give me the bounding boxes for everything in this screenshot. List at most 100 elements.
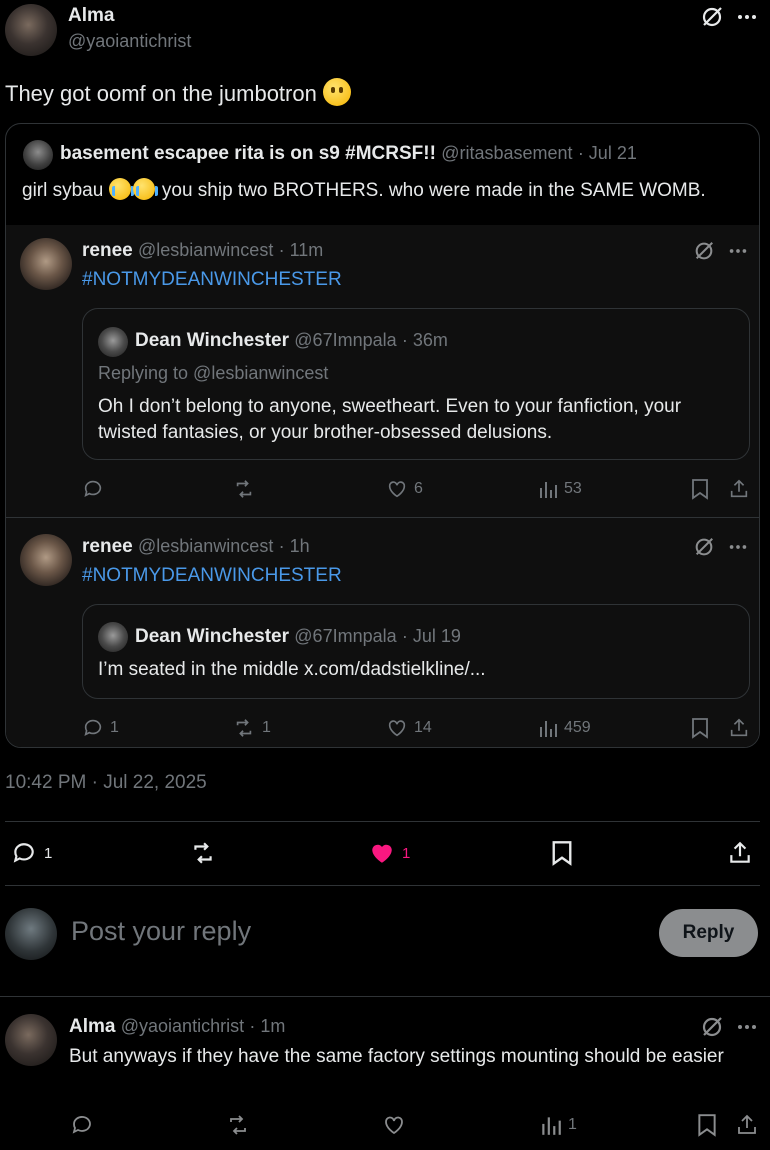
nested-author-handle: @lesbianwincest bbox=[137, 240, 274, 260]
like-count: 14 bbox=[414, 719, 432, 736]
reply-submit-button[interactable]: Reply bbox=[659, 909, 758, 957]
more-icon[interactable] bbox=[735, 5, 759, 29]
divider bbox=[5, 885, 760, 886]
repost-count: 1 bbox=[262, 719, 271, 736]
views-stat: 53 bbox=[538, 478, 582, 500]
bookmark-icon bbox=[690, 717, 710, 739]
views-count: 459 bbox=[564, 719, 591, 736]
reply-count: 1 bbox=[110, 719, 119, 736]
nested-header: renee @lesbianwincest · 1h bbox=[82, 536, 310, 558]
post-timestamp[interactable]: 10:42 PM · Jul 22, 2025 bbox=[5, 772, 207, 794]
quote-text-pre: girl sybau bbox=[22, 180, 104, 201]
reply-author-avatar[interactable] bbox=[5, 1014, 57, 1066]
inner-author-handle: @67Imnpala bbox=[294, 330, 397, 350]
reply-stat bbox=[82, 478, 104, 500]
reply-header: Alma @yaoiantichrist · 1m bbox=[69, 1016, 285, 1038]
like-stat: 14 bbox=[386, 717, 432, 739]
reply-input[interactable]: Post your reply bbox=[71, 916, 251, 947]
share-button[interactable] bbox=[735, 1113, 759, 1137]
bookmark-icon bbox=[690, 478, 710, 500]
nested-inner-quote bbox=[82, 604, 750, 699]
more-icon[interactable] bbox=[735, 1015, 759, 1039]
views-stat: 459 bbox=[538, 717, 591, 739]
more-icon bbox=[727, 240, 749, 262]
nested-divider bbox=[6, 517, 759, 518]
inner-time: · Jul 19 bbox=[401, 626, 461, 646]
nested-avatar bbox=[20, 534, 72, 586]
post-text-content: They got oomf on the jumbotron bbox=[5, 81, 317, 106]
like-stat: 6 bbox=[386, 478, 423, 500]
reply-button[interactable] bbox=[70, 1113, 94, 1137]
sad-face-emoji-icon bbox=[322, 78, 351, 106]
views-count: 53 bbox=[564, 480, 582, 497]
grok-icon bbox=[693, 240, 715, 262]
inner-avatar bbox=[98, 327, 128, 357]
inner-author-handle: @67Imnpala bbox=[294, 626, 397, 646]
reply-actions: 1 bbox=[70, 1113, 760, 1137]
author-name[interactable]: Alma bbox=[68, 5, 114, 27]
quote-header: basement escapee rita is on s9 #MCRSF!! … bbox=[60, 143, 637, 165]
reply-text: But anyways if they have the same factor… bbox=[69, 1046, 724, 1067]
reply-stat: 1 bbox=[82, 717, 119, 739]
repost-stat bbox=[232, 478, 256, 500]
nested-hashtag: #NOTMYDEANWINCHESTER bbox=[82, 269, 342, 290]
grok-icon[interactable] bbox=[700, 1015, 724, 1039]
bookmark-button[interactable] bbox=[550, 840, 574, 866]
inner-header: Dean Winchester @67Imnpala · 36m bbox=[135, 330, 448, 352]
crying-emoji-icon bbox=[132, 178, 158, 200]
quote-author-avatar bbox=[23, 140, 53, 170]
nested-hashtag: #NOTMYDEANWINCHESTER bbox=[82, 565, 342, 586]
quote-text: girl sybau you ship two BROTHERS. who we… bbox=[22, 178, 706, 202]
reply-count: 1 bbox=[44, 844, 53, 862]
quote-author-handle: @ritasbasement bbox=[441, 143, 573, 163]
more-icon bbox=[727, 536, 749, 558]
grok-icon bbox=[693, 536, 715, 558]
inner-text: I’m seated in the middle x.com/dadstielk… bbox=[98, 659, 486, 680]
grok-icon[interactable] bbox=[700, 5, 724, 29]
reply-time[interactable]: · 1m bbox=[249, 1016, 285, 1036]
inner-replying-to: Replying to @lesbianwincest bbox=[98, 363, 329, 383]
like-button[interactable] bbox=[382, 1113, 406, 1137]
repost-button[interactable] bbox=[225, 1113, 251, 1137]
share-button[interactable] bbox=[727, 840, 753, 866]
like-button[interactable]: 1 bbox=[368, 840, 410, 866]
inner-author-name: Dean Winchester bbox=[135, 330, 289, 351]
composer-avatar[interactable] bbox=[5, 908, 57, 960]
inner-time: · 36m bbox=[401, 330, 448, 350]
like-count: 1 bbox=[402, 844, 411, 862]
nested-actions: 6 53 bbox=[82, 478, 752, 500]
views-stat[interactable]: 1 bbox=[540, 1113, 577, 1137]
author-avatar[interactable] bbox=[5, 4, 57, 56]
nested-actions: 1 1 14 459 bbox=[82, 717, 752, 739]
nested-avatar bbox=[20, 238, 72, 290]
author-handle[interactable]: @yaoiantichrist bbox=[68, 31, 191, 52]
like-count: 6 bbox=[414, 480, 423, 497]
bookmark-button[interactable] bbox=[696, 1113, 718, 1137]
reply-author-name[interactable]: Alma bbox=[69, 1016, 115, 1037]
inner-header: Dean Winchester @67Imnpala · Jul 19 bbox=[135, 626, 461, 648]
repost-stat: 1 bbox=[232, 717, 271, 739]
nested-time: · 11m bbox=[278, 240, 324, 260]
nested-author-handle: @lesbianwincest bbox=[137, 536, 274, 556]
nested-author-name: renee bbox=[82, 536, 133, 557]
post-text: They got oomf on the jumbotron bbox=[5, 78, 351, 107]
divider bbox=[5, 821, 760, 822]
reply-button[interactable]: 1 bbox=[10, 840, 52, 866]
quote-date: · Jul 21 bbox=[577, 143, 637, 163]
repost-button[interactable] bbox=[188, 840, 218, 866]
crying-emoji-icon bbox=[108, 178, 134, 200]
nested-time: · 1h bbox=[278, 536, 310, 556]
divider bbox=[0, 996, 770, 997]
views-count: 1 bbox=[568, 1116, 577, 1133]
inner-text: Oh I don’t belong to anyone, sweetheart.… bbox=[98, 396, 682, 443]
inner-author-name: Dean Winchester bbox=[135, 626, 289, 647]
nested-header: renee @lesbianwincest · 11m bbox=[82, 240, 323, 262]
inner-avatar bbox=[98, 622, 128, 652]
action-bar: 1 1 bbox=[10, 840, 760, 868]
quote-author-name: basement escapee rita is on s9 #MCRSF!! bbox=[60, 143, 436, 164]
share-icon bbox=[728, 478, 750, 500]
share-icon bbox=[728, 717, 750, 739]
reply-author-handle[interactable]: @yaoiantichrist bbox=[121, 1016, 244, 1036]
nested-author-name: renee bbox=[82, 240, 133, 261]
quote-text-post: you ship two BROTHERS. who were made in … bbox=[161, 180, 706, 201]
